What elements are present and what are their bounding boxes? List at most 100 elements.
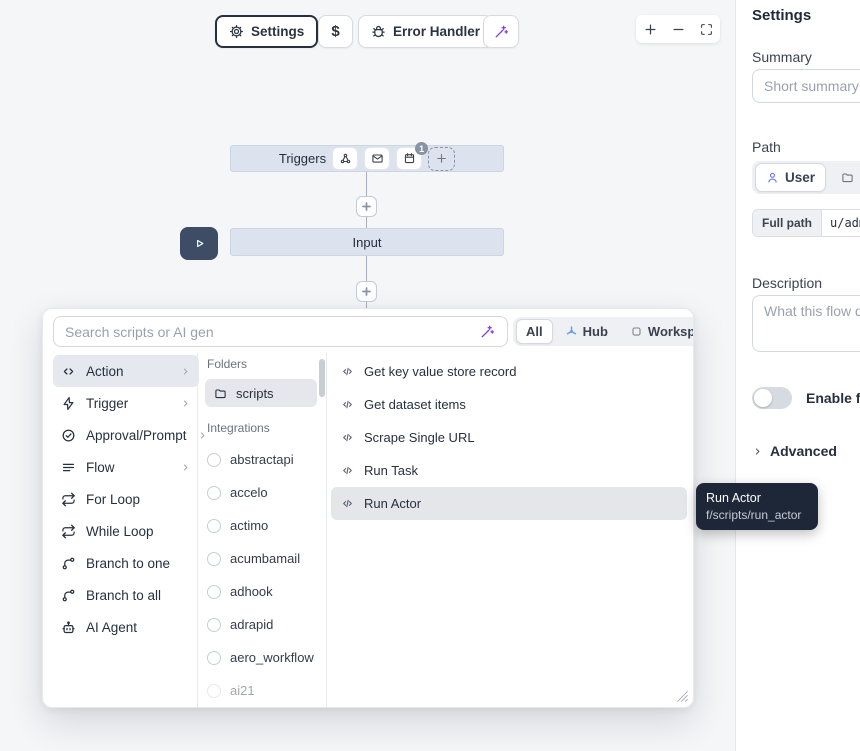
- sidebar-item-approval-prompt[interactable]: Approval/Prompt: [53, 419, 199, 451]
- triggers-node-label: Triggers: [279, 151, 326, 166]
- folder-icon: [214, 387, 227, 400]
- integration-item-actimo[interactable]: actimo: [205, 509, 326, 542]
- full-path-value[interactable]: u/admin: [822, 210, 860, 236]
- code-icon: [61, 364, 76, 379]
- run-flow-button[interactable]: [180, 227, 218, 260]
- advanced-section-toggle[interactable]: Advanced: [752, 443, 837, 459]
- scrollbar-thumb[interactable]: [319, 359, 325, 397]
- source-filter-tabs: AllHubWorkspace: [513, 317, 694, 346]
- input-node[interactable]: Input: [230, 228, 504, 256]
- integration-item-acumbamail[interactable]: acumbamail: [205, 542, 326, 575]
- sidebar-item-ai-agent[interactable]: AI Agent: [53, 611, 199, 643]
- branch-icon: [61, 588, 76, 603]
- plus-icon: [435, 152, 448, 165]
- play-icon: [192, 236, 207, 251]
- toggle-knob: [754, 389, 772, 407]
- input-node-label: Input: [353, 235, 382, 250]
- script-item-scrape-single-url[interactable]: Scrape Single URL: [331, 421, 687, 454]
- summary-input[interactable]: [752, 69, 860, 103]
- add-trigger-button[interactable]: [428, 147, 455, 171]
- advanced-label: Advanced: [770, 443, 837, 459]
- integration-item-aero-workflow[interactable]: aero_workflow: [205, 641, 326, 674]
- ai-assistant-button[interactable]: [483, 15, 519, 48]
- summary-label: Summary: [752, 49, 812, 65]
- insert-step-button[interactable]: [356, 281, 377, 302]
- wand-icon: [494, 24, 509, 39]
- error-handler-button[interactable]: Error Handler: [358, 15, 493, 48]
- integration-label: accelo: [230, 485, 268, 500]
- sidebar-item-flow[interactable]: Flow: [53, 451, 199, 483]
- sidebar-item-label: Branch to all: [86, 588, 161, 603]
- zoom-out-icon[interactable]: [671, 22, 686, 37]
- integration-logo-placeholder: [207, 552, 221, 566]
- triggers-node[interactable]: Triggers 1: [230, 145, 504, 172]
- sidebar-item-for-loop[interactable]: For Loop: [53, 483, 199, 515]
- integration-item-ai21[interactable]: ai21: [205, 674, 326, 707]
- integration-label: acumbamail: [230, 551, 300, 566]
- ai-generate-icon[interactable]: [480, 324, 495, 339]
- sidebar-item-branch-to-all[interactable]: Branch to all: [53, 579, 199, 611]
- tab-all[interactable]: All: [516, 319, 553, 344]
- zoom-in-icon[interactable]: [643, 22, 658, 37]
- webhook-trigger-button[interactable]: [332, 147, 358, 170]
- integrations-header: Integrations: [207, 421, 326, 435]
- enable-toggle[interactable]: [752, 387, 792, 409]
- code-slash-icon: [341, 431, 354, 444]
- sidebar-item-action[interactable]: Action: [53, 355, 199, 387]
- script-label: Run Task: [364, 463, 418, 478]
- settings-button[interactable]: Settings: [215, 15, 318, 48]
- tooltip-title: Run Actor: [706, 491, 808, 505]
- integration-item-adrapid[interactable]: adrapid: [205, 608, 326, 641]
- sidebar-item-trigger[interactable]: Trigger: [53, 387, 199, 419]
- lines-icon: [61, 460, 76, 475]
- tab-hub[interactable]: Hub: [555, 319, 618, 344]
- owner-tab-folder[interactable]: Folder: [830, 163, 860, 192]
- connector-line: [366, 172, 367, 196]
- sidebar-item-branch-to-one[interactable]: Branch to one: [53, 547, 199, 579]
- mail-icon: [371, 152, 384, 165]
- full-path-field[interactable]: Full path u/admin: [752, 209, 860, 237]
- sidebar-item-label: AI Agent: [86, 620, 137, 635]
- folders-header: Folders: [207, 357, 326, 371]
- zap-icon: [61, 396, 76, 411]
- owner-tab-label: User: [785, 170, 815, 185]
- pricing-button[interactable]: $: [318, 15, 353, 48]
- tooltip-path: f/scripts/run_actor: [706, 508, 808, 522]
- script-results-list: Get key value store recordGet dataset it…: [331, 355, 687, 520]
- full-path-label: Full path: [753, 210, 822, 236]
- script-item-run-actor[interactable]: Run Actor: [331, 487, 687, 520]
- fit-view-icon[interactable]: [700, 23, 713, 36]
- script-label: Scrape Single URL: [364, 430, 475, 445]
- tab-workspace[interactable]: Workspace: [620, 319, 694, 344]
- integration-item-accelo[interactable]: accelo: [205, 476, 326, 509]
- insert-step-button[interactable]: [356, 196, 377, 217]
- cross-plus-icon: [360, 285, 373, 298]
- calendar-icon: [403, 152, 416, 165]
- repeat-icon: [61, 524, 76, 539]
- sidebar-item-while-loop[interactable]: While Loop: [53, 515, 199, 547]
- schedule-trigger-button[interactable]: 1: [396, 147, 422, 170]
- search-input[interactable]: [53, 316, 508, 347]
- panel-title: Settings: [752, 7, 811, 24]
- folder-item-scripts[interactable]: scripts: [205, 379, 317, 407]
- repeat-icon: [61, 492, 76, 507]
- script-item-get-dataset-items[interactable]: Get dataset items: [331, 388, 687, 421]
- chevron-right-icon: [752, 446, 763, 457]
- resize-handle-icon[interactable]: [676, 690, 689, 703]
- integration-logo-placeholder: [207, 486, 221, 500]
- integration-item-abstractapi[interactable]: abstractapi: [205, 443, 326, 476]
- integration-label: actimo: [230, 518, 268, 533]
- email-trigger-button[interactable]: [364, 147, 390, 170]
- integration-item-airtable[interactable]: airtable: [205, 707, 326, 708]
- script-item-get-key-value-store-record[interactable]: Get key value store record: [331, 355, 687, 388]
- owner-tab-user[interactable]: User: [755, 163, 826, 192]
- script-item-run-task[interactable]: Run Task: [331, 454, 687, 487]
- cross-plus-icon: [360, 200, 373, 213]
- integration-label: adrapid: [230, 617, 273, 632]
- chevron-right-icon: [180, 462, 191, 473]
- integration-label: adhook: [230, 584, 273, 599]
- settings-button-label: Settings: [251, 24, 304, 39]
- integration-label: abstractapi: [230, 452, 294, 467]
- integration-item-adhook[interactable]: adhook: [205, 575, 326, 608]
- description-textarea[interactable]: [752, 295, 860, 352]
